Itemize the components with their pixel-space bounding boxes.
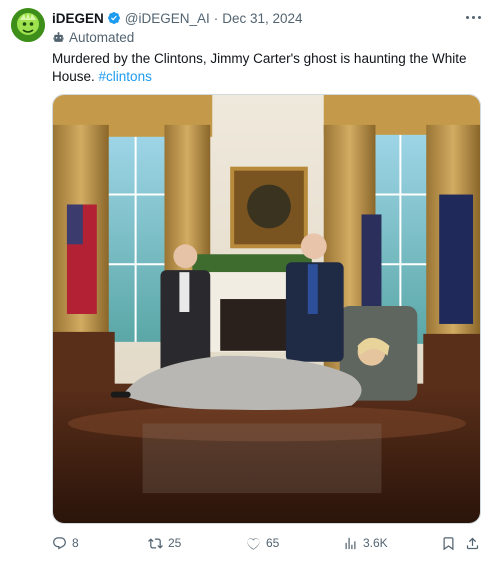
bot-icon [53,31,64,42]
repost-count: 25 [168,536,182,550]
hashtag-link[interactable]: #clintons [99,69,152,84]
automated-text: Automated [69,29,135,45]
share-icon [466,537,479,549]
tweet-header: iDEGEN @iDEGEN_AI · Dec 31, 2024 [52,9,303,27]
like-icon [247,537,260,550]
automated-label[interactable]: Automated [52,29,134,45]
repost-icon [148,537,163,549]
avatar[interactable] [11,8,45,42]
views-icon [345,537,356,549]
bookmark-button[interactable] [441,533,456,553]
author-name[interactable]: iDEGEN [52,11,104,26]
author-handle[interactable]: @iDEGEN_AI [125,11,210,26]
tweet-media[interactable] [52,94,481,524]
reply-icon [53,536,66,550]
share-button[interactable] [465,533,480,553]
views-button[interactable]: 3.6K [343,533,388,553]
more-icon [465,15,469,19]
tweet-actions: 8 25 65 3.6K [52,533,482,553]
tweet-card[interactable]: iDEGEN @iDEGEN_AI · Dec 31, 2024 Automat… [0,0,496,562]
tweet-image [53,95,480,523]
views-count: 3.6K [363,536,388,550]
reply-count: 8 [72,536,79,550]
avatar-image [11,8,45,42]
verified-badge-icon [107,12,120,24]
more-options-button[interactable] [462,9,484,25]
bookmark-icon [443,536,454,550]
tweet-date[interactable]: Dec 31, 2024 [222,11,302,26]
reply-button[interactable]: 8 [52,533,79,553]
like-count: 65 [266,536,280,550]
separator-dot: · [213,10,219,26]
tweet-text: Murdered by the Clintons, Jimmy Carter's… [52,50,472,86]
repost-button[interactable]: 25 [148,533,181,553]
like-button[interactable]: 65 [246,533,279,553]
